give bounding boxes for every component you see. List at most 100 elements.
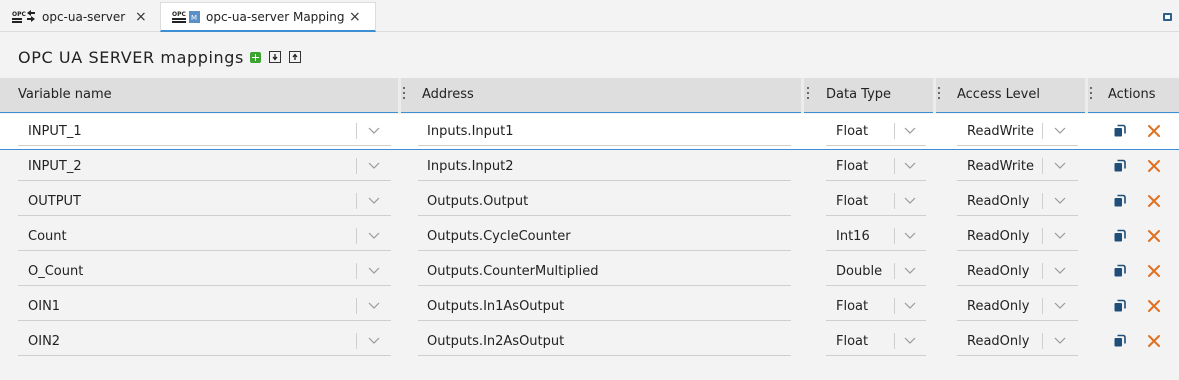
column-menu-icon[interactable] bbox=[403, 87, 405, 102]
copy-icon[interactable] bbox=[1113, 123, 1127, 137]
delete-icon[interactable] bbox=[1147, 298, 1161, 312]
chevron-down-icon[interactable] bbox=[1053, 123, 1067, 137]
field-underline bbox=[957, 215, 1078, 216]
data-type-select[interactable]: Int16 bbox=[836, 229, 870, 244]
address-field[interactable]: Outputs.CycleCounter bbox=[427, 229, 571, 244]
copy-icon[interactable] bbox=[1113, 298, 1127, 312]
variable-name-field[interactable]: O_Count bbox=[28, 264, 83, 279]
copy-icon[interactable] bbox=[1113, 193, 1127, 207]
chevron-down-icon[interactable] bbox=[1053, 193, 1067, 207]
column-divider bbox=[1085, 78, 1088, 113]
chevron-down-icon[interactable] bbox=[1053, 333, 1067, 347]
tab-opc-ua-server-mapping[interactable]: OPC M opc-ua-server Mapping × bbox=[160, 2, 376, 32]
delete-icon[interactable] bbox=[1147, 228, 1161, 242]
field-underline bbox=[826, 285, 926, 286]
delete-icon[interactable] bbox=[1147, 123, 1161, 137]
chevron-down-icon[interactable] bbox=[367, 263, 381, 277]
column-menu-icon[interactable] bbox=[1090, 87, 1092, 102]
data-type-select[interactable]: Float bbox=[836, 334, 868, 349]
chevron-down-icon[interactable] bbox=[903, 298, 917, 312]
address-field[interactable]: Outputs.In2AsOutput bbox=[427, 334, 564, 349]
field-underline bbox=[418, 145, 791, 146]
copy-icon[interactable] bbox=[1113, 158, 1127, 172]
field-divider bbox=[1042, 158, 1043, 174]
export-icon[interactable] bbox=[289, 51, 301, 63]
variable-name-field[interactable]: OIN2 bbox=[28, 334, 60, 349]
chevron-down-icon[interactable] bbox=[903, 123, 917, 137]
address-field[interactable]: Outputs.Output bbox=[427, 194, 528, 209]
field-divider bbox=[1042, 228, 1043, 244]
chevron-down-icon[interactable] bbox=[367, 298, 381, 312]
access-level-select[interactable]: ReadOnly bbox=[967, 229, 1029, 244]
delete-icon[interactable] bbox=[1147, 263, 1161, 277]
column-header-address[interactable]: Address bbox=[422, 78, 474, 113]
access-level-select[interactable]: ReadOnly bbox=[967, 334, 1029, 349]
import-icon[interactable] bbox=[269, 51, 281, 63]
address-field[interactable]: Outputs.CounterMultiplied bbox=[427, 264, 599, 279]
variable-name-field[interactable]: INPUT_2 bbox=[28, 159, 82, 174]
access-level-select[interactable]: ReadWrite bbox=[967, 159, 1034, 174]
field-underline bbox=[18, 320, 391, 321]
delete-icon[interactable] bbox=[1147, 158, 1161, 172]
delete-icon[interactable] bbox=[1147, 193, 1161, 207]
chevron-down-icon[interactable] bbox=[1053, 298, 1067, 312]
address-field[interactable]: Inputs.Input1 bbox=[427, 124, 514, 139]
chevron-down-icon[interactable] bbox=[367, 123, 381, 137]
table-row: Count Outputs.CycleCounter Int16 ReadOnl… bbox=[0, 219, 1179, 254]
field-underline bbox=[957, 145, 1078, 146]
column-header-access-level[interactable]: Access Level bbox=[957, 78, 1040, 113]
field-underline bbox=[826, 145, 926, 146]
chevron-down-icon[interactable] bbox=[903, 158, 917, 172]
delete-icon[interactable] bbox=[1147, 333, 1161, 347]
column-header-data-type[interactable]: Data Type bbox=[826, 78, 891, 113]
column-divider bbox=[801, 78, 804, 113]
data-type-select[interactable]: Float bbox=[836, 124, 868, 139]
data-type-select[interactable]: Float bbox=[836, 159, 868, 174]
field-underline bbox=[18, 145, 391, 146]
maximize-icon[interactable] bbox=[1163, 13, 1172, 21]
variable-name-field[interactable]: OIN1 bbox=[28, 299, 60, 314]
tab-opc-ua-server[interactable]: OPC opc-ua-server × bbox=[0, 2, 159, 32]
access-level-select[interactable]: ReadOnly bbox=[967, 194, 1029, 209]
field-underline bbox=[418, 215, 791, 216]
field-underline bbox=[826, 180, 926, 181]
toolbar: OPC UA SERVER mappings bbox=[18, 46, 301, 68]
column-menu-icon[interactable] bbox=[807, 87, 809, 102]
chevron-down-icon[interactable] bbox=[367, 158, 381, 172]
column-header-actions: Actions bbox=[1108, 87, 1156, 102]
chevron-down-icon[interactable] bbox=[367, 228, 381, 242]
chevron-down-icon[interactable] bbox=[903, 193, 917, 207]
chevron-down-icon[interactable] bbox=[903, 228, 917, 242]
variable-name-field[interactable]: Count bbox=[28, 229, 67, 244]
data-type-select[interactable]: Float bbox=[836, 299, 868, 314]
copy-icon[interactable] bbox=[1113, 333, 1127, 347]
variable-name-field[interactable]: INPUT_1 bbox=[28, 124, 82, 139]
mapping-editor: OPC UA SERVER mappings Variable name Add… bbox=[0, 33, 1179, 380]
copy-icon[interactable] bbox=[1113, 228, 1127, 242]
chevron-down-icon[interactable] bbox=[903, 263, 917, 277]
chevron-down-icon[interactable] bbox=[1053, 158, 1067, 172]
column-menu-icon[interactable] bbox=[938, 87, 940, 102]
data-type-select[interactable]: Float bbox=[836, 194, 868, 209]
access-level-select[interactable]: ReadOnly bbox=[967, 264, 1029, 279]
close-icon[interactable]: × bbox=[349, 9, 361, 25]
field-underline bbox=[18, 215, 391, 216]
chevron-down-icon[interactable] bbox=[367, 333, 381, 347]
field-divider bbox=[894, 298, 895, 314]
address-field[interactable]: Inputs.Input2 bbox=[427, 159, 514, 174]
variable-name-field[interactable]: OUTPUT bbox=[28, 194, 81, 209]
copy-icon[interactable] bbox=[1113, 263, 1127, 277]
opc-mapping-icon: OPC M bbox=[172, 10, 202, 24]
chevron-down-icon[interactable] bbox=[1053, 263, 1067, 277]
access-level-select[interactable]: ReadWrite bbox=[967, 124, 1034, 139]
chevron-down-icon[interactable] bbox=[903, 333, 917, 347]
close-icon[interactable]: × bbox=[135, 9, 147, 25]
address-field[interactable]: Outputs.In1AsOutput bbox=[427, 299, 564, 314]
field-divider bbox=[894, 333, 895, 349]
chevron-down-icon[interactable] bbox=[367, 193, 381, 207]
data-type-select[interactable]: Double bbox=[836, 264, 882, 279]
plus-icon[interactable] bbox=[250, 51, 261, 63]
chevron-down-icon[interactable] bbox=[1053, 228, 1067, 242]
access-level-select[interactable]: ReadOnly bbox=[967, 299, 1029, 314]
column-header-variable-name[interactable]: Variable name bbox=[18, 78, 112, 113]
